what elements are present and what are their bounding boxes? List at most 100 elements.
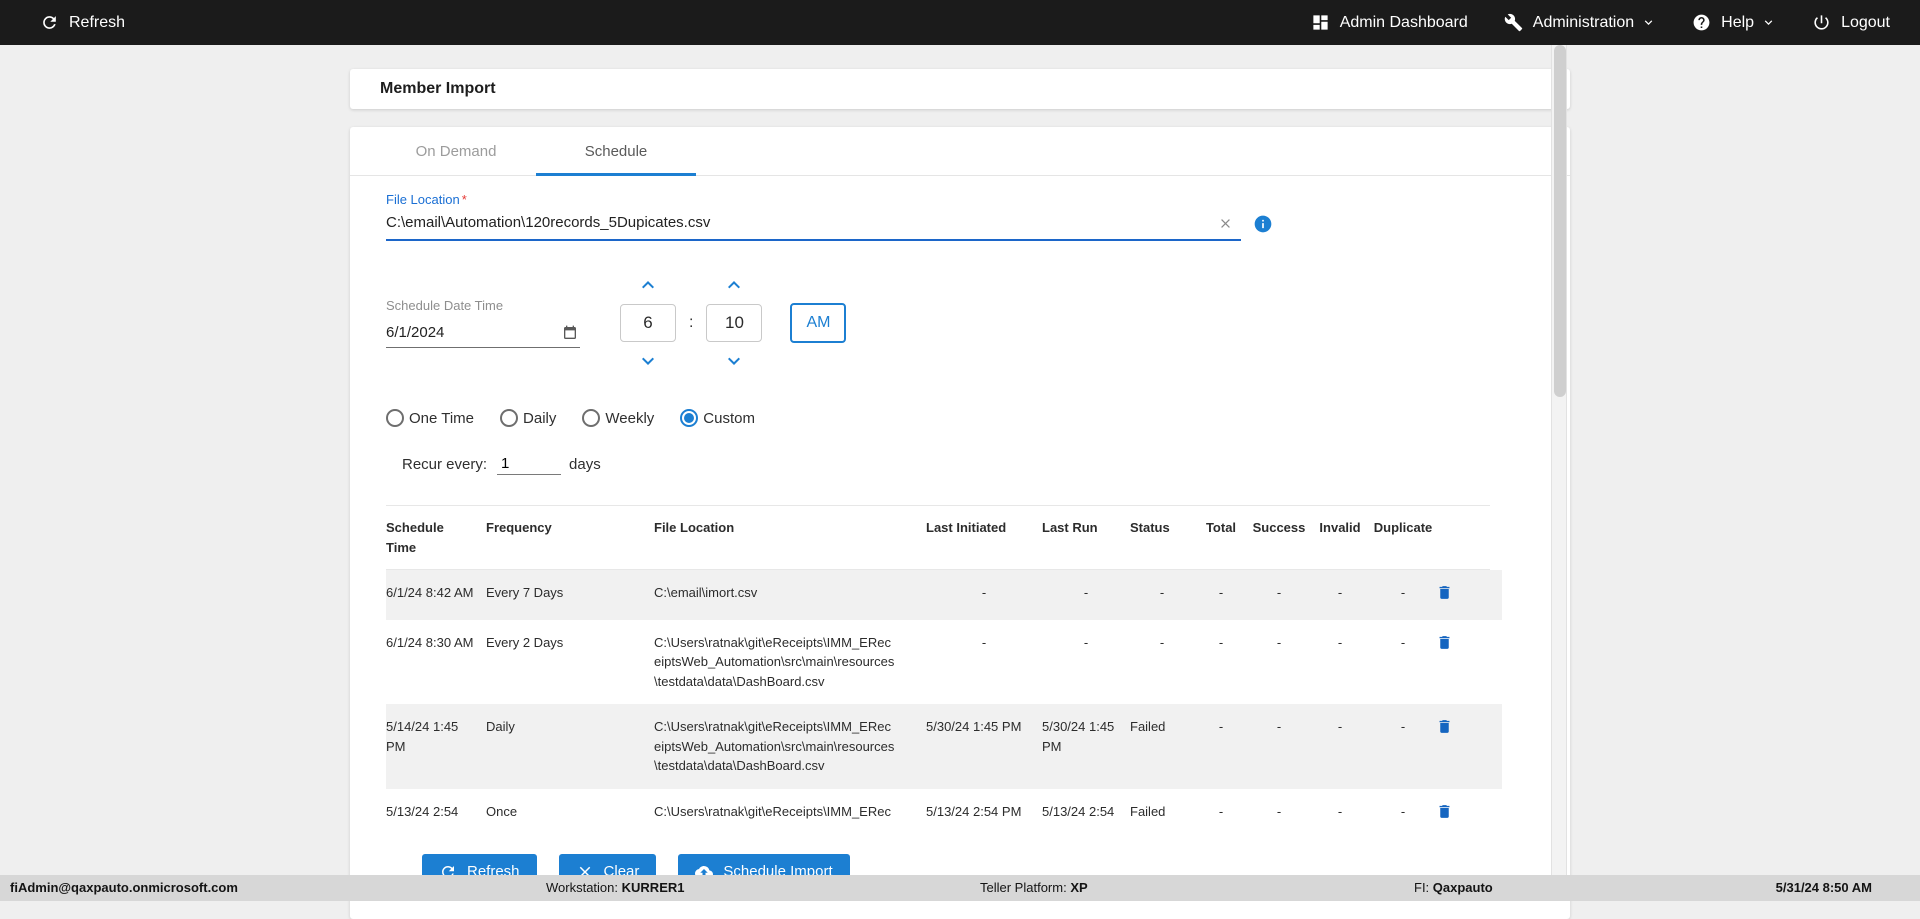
radio-circle-icon xyxy=(582,409,600,427)
help-label: Help xyxy=(1721,14,1754,32)
radio-one-time[interactable]: One Time xyxy=(386,409,474,427)
cell-total: - xyxy=(1194,717,1248,737)
schedule-date-label: Schedule Date Time xyxy=(386,298,580,313)
header-status: Status xyxy=(1130,518,1194,538)
clear-input-icon[interactable] xyxy=(1218,216,1233,231)
schedule-table: Schedule Time Frequency File Location La… xyxy=(386,505,1502,820)
logout-label: Logout xyxy=(1841,14,1890,32)
delete-row-icon[interactable] xyxy=(1436,718,1453,735)
cell-file-location: C:\email\imort.csv xyxy=(654,583,926,603)
cell-total: - xyxy=(1194,583,1248,603)
cell-schedule-time: 6/1/24 8:30 AM xyxy=(386,633,486,653)
cell-duplicate: - xyxy=(1370,583,1436,603)
cell-last-initiated: 5/30/24 1:45 PM xyxy=(926,717,1042,737)
time-separator: : xyxy=(689,314,693,332)
radio-circle-icon xyxy=(680,409,698,427)
delete-row-icon[interactable] xyxy=(1436,634,1453,651)
cell-file-location: C:\Users\ratnak\git\eReceipts\IMM_ERecei… xyxy=(654,802,926,821)
main-content: Member Import On Demand Schedule File Lo… xyxy=(350,45,1570,919)
footer-workstation: Workstation: KURRER1 xyxy=(546,880,684,895)
delete-row-icon[interactable] xyxy=(1436,584,1453,601)
radio-weekly[interactable]: Weekly xyxy=(582,409,654,427)
calendar-icon[interactable] xyxy=(562,325,578,341)
minute-decrement-button[interactable] xyxy=(722,349,746,373)
administration-label: Administration xyxy=(1533,14,1634,32)
recur-every-label: Recur every: xyxy=(402,456,487,473)
schedule-table-body[interactable]: 6/1/24 8:42 AM Every 7 Days C:\email\imo… xyxy=(386,570,1502,820)
refresh-icon xyxy=(40,13,59,32)
file-location-input[interactable] xyxy=(386,209,1241,241)
header-last-initiated: Last Initiated xyxy=(926,518,1042,538)
dashboard-icon xyxy=(1311,13,1330,32)
admin-dashboard-label: Admin Dashboard xyxy=(1340,14,1468,32)
cell-status: Failed xyxy=(1130,717,1194,737)
topbar-right: Admin Dashboard Administration Help L xyxy=(1311,13,1890,32)
schedule-datetime-group: Schedule Date Time xyxy=(386,273,1534,373)
meridiem-toggle-button[interactable]: AM xyxy=(790,303,846,343)
delete-row-icon[interactable] xyxy=(1436,803,1453,820)
wrench-icon xyxy=(1504,13,1523,32)
cell-schedule-time: 5/13/24 2:54 PM xyxy=(386,802,486,821)
footer-datetime: 5/31/24 8:50 AM xyxy=(1776,880,1872,895)
page-title: Member Import xyxy=(380,80,496,98)
cell-last-run: - xyxy=(1042,583,1130,603)
cell-status: Failed xyxy=(1130,802,1194,821)
cell-invalid: - xyxy=(1310,717,1370,737)
minute-increment-button[interactable] xyxy=(722,273,746,297)
cell-last-initiated: 5/13/24 2:54 PM xyxy=(926,802,1042,821)
tab-on-demand[interactable]: On Demand xyxy=(376,127,536,175)
required-marker: * xyxy=(462,192,467,207)
cell-total: - xyxy=(1194,633,1248,653)
topbar-left: Refresh xyxy=(40,13,125,32)
header-success: Success xyxy=(1248,518,1310,538)
tab-schedule[interactable]: Schedule xyxy=(536,127,696,175)
cell-last-run: 5/30/24 1:45 PM xyxy=(1042,717,1130,756)
topbar: Refresh Admin Dashboard Administration H… xyxy=(0,0,1920,45)
cell-frequency: Once xyxy=(486,802,654,821)
cell-file-location: C:\Users\ratnak\git\eReceipts\IMM_ERecei… xyxy=(654,633,926,692)
cell-success: - xyxy=(1248,633,1310,653)
table-header-row: Schedule Time Frequency File Location La… xyxy=(386,505,1490,570)
status-footer: fiAdmin@qaxpauto.onmicrosoft.com Worksta… xyxy=(0,875,1920,901)
hour-input[interactable] xyxy=(620,304,676,342)
cell-invalid: - xyxy=(1310,633,1370,653)
header-schedule-time: Schedule Time xyxy=(386,518,486,557)
schedule-form: File Location* Schedule Date Time xyxy=(350,176,1570,889)
radio-custom[interactable]: Custom xyxy=(680,409,755,427)
cell-duplicate: - xyxy=(1370,717,1436,737)
recur-every-input[interactable] xyxy=(497,453,561,475)
hour-increment-button[interactable] xyxy=(636,273,660,297)
cell-frequency: Every 2 Days xyxy=(486,633,654,653)
cell-status: - xyxy=(1130,583,1194,603)
radio-circle-icon xyxy=(500,409,518,427)
tab-bar: On Demand Schedule xyxy=(350,127,1570,176)
help-icon xyxy=(1692,13,1711,32)
radio-circle-icon xyxy=(386,409,404,427)
minute-input[interactable] xyxy=(706,304,762,342)
topbar-refresh-label: Refresh xyxy=(69,14,125,32)
info-icon[interactable] xyxy=(1253,214,1273,234)
recurrence-radio-group: One Time Daily Weekly Custom xyxy=(386,409,1534,427)
admin-dashboard-button[interactable]: Admin Dashboard xyxy=(1311,13,1468,32)
table-row: 5/13/24 2:54 PM Once C:\Users\ratnak\git… xyxy=(386,789,1502,821)
administration-menu[interactable]: Administration xyxy=(1504,13,1656,32)
topbar-refresh-button[interactable]: Refresh xyxy=(40,13,125,32)
cell-success: - xyxy=(1248,802,1310,821)
cell-last-run: 5/13/24 2:54 PM xyxy=(1042,802,1130,821)
member-import-panel: On Demand Schedule File Location* xyxy=(350,127,1570,919)
cell-last-initiated: - xyxy=(926,583,1042,603)
chevron-down-icon xyxy=(1761,15,1776,30)
table-row: 6/1/24 8:42 AM Every 7 Days C:\email\imo… xyxy=(386,570,1502,620)
schedule-date-input[interactable] xyxy=(386,321,580,348)
help-menu[interactable]: Help xyxy=(1692,13,1776,32)
page-scrollbar-thumb[interactable] xyxy=(1554,45,1566,397)
header-last-run: Last Run xyxy=(1042,518,1130,538)
hour-decrement-button[interactable] xyxy=(636,349,660,373)
cell-success: - xyxy=(1248,583,1310,603)
page-scrollbar[interactable] xyxy=(1551,45,1567,875)
cell-invalid: - xyxy=(1310,583,1370,603)
header-frequency: Frequency xyxy=(486,518,654,538)
radio-daily[interactable]: Daily xyxy=(500,409,556,427)
logout-button[interactable]: Logout xyxy=(1812,13,1890,32)
cell-duplicate: - xyxy=(1370,802,1436,821)
